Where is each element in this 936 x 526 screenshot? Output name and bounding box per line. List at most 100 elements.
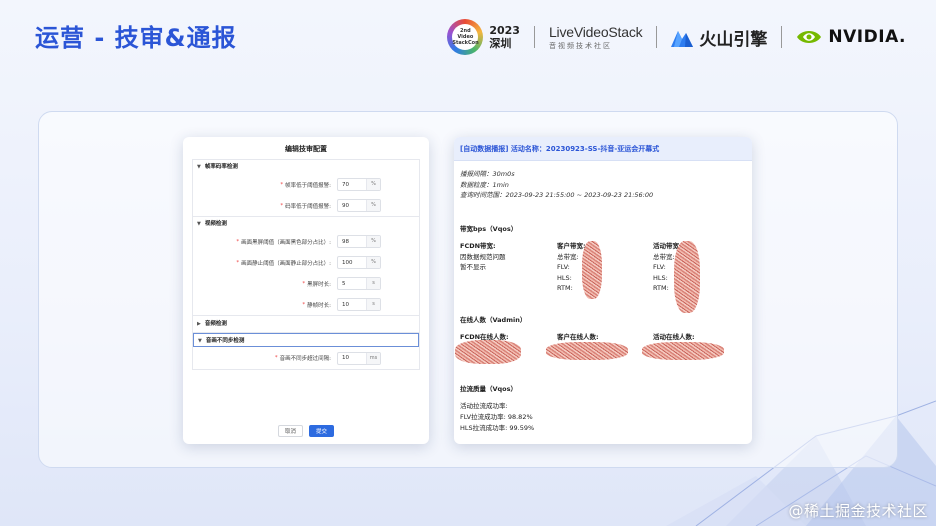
av-sync-interval-input[interactable]: 10 ms bbox=[337, 351, 381, 365]
pull-quality-stats: 活动拉流成功率: FLV拉流成功率: 98.82% HLS拉流成功率: 99.5… bbox=[460, 401, 534, 434]
input-unit: s bbox=[366, 299, 380, 310]
report-header: [自动数据播报] 活动名称：20230923-SS-抖音-亚运会开幕式 bbox=[454, 137, 752, 161]
nvidia-logo: NVIDIA. bbox=[796, 27, 906, 47]
meta-interval: 播报间隔：30m0s bbox=[460, 170, 515, 178]
auto-broadcast-report: [自动数据播报] 活动名称：20230923-SS-抖音-亚运会开幕式 播报间隔… bbox=[454, 137, 752, 444]
redacted-customer-online bbox=[546, 342, 628, 360]
report-meta: 播报间隔：30m0s 数据粒度：1min 查询时间范围：2023-09-23 2… bbox=[454, 161, 752, 201]
section-header[interactable]: ▼ 帧率码率检测 bbox=[193, 160, 419, 174]
page-title: 运营 - 技审&通报 bbox=[35, 24, 237, 52]
cancel-button[interactable]: 取消 bbox=[278, 425, 303, 437]
required-mark: * bbox=[302, 301, 306, 308]
form-row: * 音画不同步超过间隔: 10 ms bbox=[193, 347, 419, 369]
input-value[interactable]: 5 bbox=[338, 281, 366, 287]
sponsor-logos: 2nd Video StackCon 2023 深圳 LiveVideoStac… bbox=[447, 18, 906, 56]
form-row: * 码率低于阈值报警: 90% bbox=[193, 195, 419, 216]
divider bbox=[656, 26, 658, 48]
field-label: 画面黑屏阈值（画面黑色部分占比）: bbox=[241, 239, 331, 246]
chevron-down-icon: ▼ bbox=[198, 338, 202, 344]
section-label: 音画不同步检测 bbox=[205, 338, 245, 344]
fcdn-bandwidth: FCDN带宽: 因数据规范问题 暂不显示 bbox=[460, 241, 506, 273]
form-row: * 静帧时长: 10 s bbox=[193, 294, 419, 315]
form-row: * 画面静止阈值（画面静止部分占比）: 100% bbox=[193, 252, 419, 273]
redacted-fcdn-online bbox=[455, 340, 521, 364]
chevron-down-icon: ▼ bbox=[197, 221, 201, 227]
frozen-frame-threshold-input[interactable]: 100% bbox=[337, 256, 381, 269]
form-row: * 黑屏时长: 5s bbox=[193, 273, 419, 294]
stackcon-logo-text: 2nd Video StackCon bbox=[452, 24, 479, 50]
pull-success-head: 活动拉流成功率: bbox=[460, 402, 508, 410]
meta-granularity: 数据粒度：1min bbox=[460, 180, 509, 189]
section-audio: ▶ 音频检测 bbox=[192, 316, 420, 333]
required-mark: * bbox=[280, 202, 284, 209]
field-label: 画面静止阈值（画面静止部分占比）: bbox=[241, 260, 331, 267]
fcdn-bandwidth-head: FCDN带宽: bbox=[460, 242, 496, 250]
field-label: 码率低于阈值报警: bbox=[285, 203, 331, 210]
redacted-activity-online bbox=[642, 342, 724, 360]
section-av-sync: ▼ 音画不同步检测 * 音画不同步超过间隔: 10 ms bbox=[192, 333, 420, 370]
customer-bandwidth-head: 客户带宽: bbox=[557, 242, 586, 250]
required-mark: * bbox=[236, 259, 240, 266]
online-users-title: 在线人数（Vadmin） bbox=[460, 316, 527, 324]
bandwidth-title: 带宽bps（Vqos） bbox=[460, 225, 518, 233]
input-unit: s bbox=[366, 278, 380, 289]
dialog-title: 编辑技审配置 bbox=[285, 145, 327, 153]
black-screen-threshold-input[interactable]: 98% bbox=[337, 235, 381, 248]
section-label: 音频检测 bbox=[204, 321, 227, 327]
required-mark: * bbox=[302, 280, 306, 287]
input-value[interactable]: 98 bbox=[338, 239, 366, 245]
form-row: * 帧率低于阈值报警: 70% bbox=[193, 174, 419, 195]
nvidia-name: NVIDIA. bbox=[828, 27, 906, 47]
input-unit: ms bbox=[366, 352, 380, 364]
section-header[interactable]: ▼ 音画不同步检测 bbox=[193, 333, 419, 347]
framerate-threshold-input[interactable]: 70% bbox=[337, 178, 381, 191]
input-unit: % bbox=[366, 257, 380, 268]
nvidia-eye-icon bbox=[797, 31, 822, 43]
meta-time-range: 查询时间范围：2023-09-23 21:55:00 ~ 2023-09-23 … bbox=[460, 191, 654, 199]
volcano-engine-name: 火山引擎 bbox=[699, 29, 768, 50]
section-header[interactable]: ▼ 视频检测 bbox=[193, 217, 419, 231]
field-label: 帧率低于阈值报警: bbox=[285, 182, 331, 189]
input-value[interactable]: 100 bbox=[338, 260, 366, 266]
volcano-icon bbox=[671, 31, 694, 47]
input-value[interactable]: 70 bbox=[338, 182, 366, 188]
field-label: 静帧时长: bbox=[307, 302, 331, 309]
chevron-down-icon: ▼ bbox=[197, 164, 201, 170]
redacted-activity-bandwidth bbox=[674, 241, 700, 313]
volcano-engine-logo: 火山引擎 bbox=[671, 25, 767, 50]
required-mark: * bbox=[236, 238, 240, 245]
input-value[interactable]: 10 bbox=[338, 355, 366, 361]
black-screen-duration-input[interactable]: 5s bbox=[337, 277, 381, 290]
watermark: @稀土掘金技术社区 bbox=[788, 502, 928, 520]
divider bbox=[781, 26, 783, 48]
required-mark: * bbox=[280, 181, 284, 188]
chevron-right-icon: ▶ bbox=[197, 321, 201, 327]
form-row: * 画面黑屏阈值（画面黑色部分占比）: 98% bbox=[193, 231, 419, 252]
input-unit: % bbox=[366, 236, 380, 247]
fcdn-bandwidth-line: 因数据规范问题 bbox=[460, 252, 506, 261]
pull-quality-title: 拉流质量（Vqos） bbox=[460, 385, 518, 393]
section-framerate-bitrate: ▼ 帧率码率检测 * 帧率低于阈值报警: 70% * 码率低于阈值报警: 90% bbox=[192, 159, 420, 217]
required-mark: * bbox=[274, 355, 278, 361]
customer-bandwidth-line: RTM: bbox=[557, 284, 573, 292]
input-unit: % bbox=[366, 179, 380, 190]
input-value[interactable]: 90 bbox=[338, 203, 366, 209]
section-label: 帧率码率检测 bbox=[204, 164, 238, 170]
tech-review-config-dialog: 编辑技审配置 ▼ 帧率码率检测 * 帧率低于阈值报警: 70% * 码率低于阈值报… bbox=[183, 137, 429, 444]
bitrate-threshold-input[interactable]: 90% bbox=[337, 199, 381, 212]
section-header[interactable]: ▶ 音频检测 bbox=[193, 316, 419, 332]
hls-pull-success: HLS拉流成功率: 99.59% bbox=[460, 424, 535, 432]
activity-online-head: 活动在线人数: bbox=[653, 333, 695, 341]
redacted-customer-bandwidth bbox=[582, 241, 602, 299]
input-value[interactable]: 10 bbox=[338, 302, 366, 308]
dialog-actions: 取消 提交 bbox=[183, 425, 429, 437]
stackcon-year: 2023 深圳 bbox=[489, 24, 520, 50]
section-label: 视频检测 bbox=[204, 221, 227, 227]
livevideostack-sub: 音视频技术社区 bbox=[548, 41, 612, 50]
stackcon-logo: 2nd Video StackCon bbox=[447, 19, 484, 55]
submit-button[interactable]: 提交 bbox=[309, 425, 334, 437]
field-label: 黑屏时长: bbox=[307, 281, 331, 288]
flv-pull-success: FLV拉流成功率: 98.82% bbox=[460, 413, 533, 421]
divider bbox=[533, 26, 535, 48]
frozen-frame-duration-input[interactable]: 10 s bbox=[337, 298, 381, 311]
